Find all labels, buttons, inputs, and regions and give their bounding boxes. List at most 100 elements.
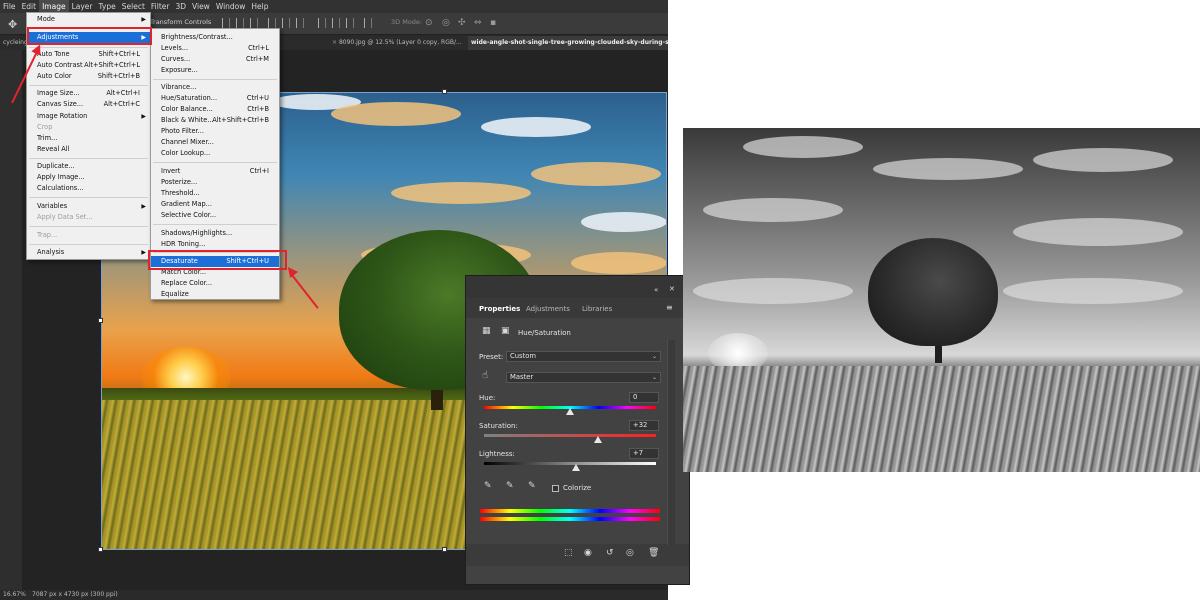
saturation-slider-thumb[interactable] xyxy=(593,436,602,443)
menu-item-analysis[interactable]: Analysis ▶ xyxy=(27,247,150,258)
transform-handle[interactable] xyxy=(442,547,447,552)
menu-item-gradient-map[interactable]: Gradient Map... xyxy=(151,199,279,210)
view-previous-state-icon[interactable]: ◉ xyxy=(584,548,592,558)
menu-item-color-balance[interactable]: Color Balance... Ctrl+B xyxy=(151,104,279,115)
close-icon[interactable]: ✕ xyxy=(669,285,675,293)
transform-controls-label[interactable]: Transform Controls xyxy=(150,18,211,26)
menu-item-channel-mixer[interactable]: Channel Mixer... xyxy=(151,137,279,148)
menu-item-brightness-contrast[interactable]: Brightness/Contrast... xyxy=(151,32,279,43)
tab-8090[interactable]: × 8090.jpg @ 12.5% (Layer 0 copy, RGB/..… xyxy=(325,36,465,50)
menu-item-photo-filter[interactable]: Photo Filter... xyxy=(151,126,279,137)
saturation-input[interactable]: +32 xyxy=(629,420,659,431)
eyedropper-subtract-icon[interactable]: ✎ xyxy=(528,481,536,491)
menu-item-shadows-highlights[interactable]: Shadows/Highlights... xyxy=(151,228,279,239)
menu-item-posterize[interactable]: Posterize... xyxy=(151,177,279,188)
zoom-level[interactable]: 16.67% xyxy=(3,591,26,598)
menu-item-equalize[interactable]: Equalize xyxy=(151,289,279,300)
menu-item-variables[interactable]: Variables ▶ xyxy=(27,201,150,212)
tutorial-composite: File Edit Image Layer Type Select Filter… xyxy=(0,0,1200,600)
colorize-checkbox[interactable] xyxy=(552,485,559,492)
align-right-icon[interactable] xyxy=(296,18,304,28)
tab-close-icon[interactable]: × xyxy=(332,39,337,46)
menu-item-label: Levels... xyxy=(161,44,189,52)
menu-3d[interactable]: 3D xyxy=(172,0,189,13)
eyedropper-icon[interactable]: ✎ xyxy=(484,481,492,491)
distribute-top-icon[interactable] xyxy=(318,18,326,28)
menu-view[interactable]: View xyxy=(189,0,213,13)
align-center-icon[interactable] xyxy=(282,18,290,28)
tab-adjustments[interactable]: Adjustments xyxy=(526,305,570,313)
eyedropper-add-icon[interactable]: ✎ xyxy=(506,481,514,491)
collapse-icon[interactable]: « xyxy=(654,286,658,294)
menu-item-hue-saturation[interactable]: Hue/Saturation... Ctrl+U xyxy=(151,93,279,104)
hue-input[interactable]: 0 xyxy=(629,392,659,403)
saturation-slider-track[interactable] xyxy=(484,434,656,437)
menu-item-hdr-toning[interactable]: HDR Toning... xyxy=(151,239,279,250)
align-middle-icon[interactable] xyxy=(236,18,244,28)
menu-help[interactable]: Help xyxy=(248,0,271,13)
adjustment-layer-icon: ▦ xyxy=(482,326,491,336)
distribute-middle-icon[interactable] xyxy=(332,18,340,28)
lightness-input[interactable]: +7 xyxy=(629,448,659,459)
hue-slider-thumb[interactable] xyxy=(566,408,574,415)
menu-item-duplicate[interactable]: Duplicate... xyxy=(27,161,150,172)
align-left-icon[interactable] xyxy=(268,18,276,28)
panel-scrollbar[interactable] xyxy=(667,340,675,545)
menu-item-levels[interactable]: Levels... Ctrl+L xyxy=(151,43,279,54)
visibility-eye-icon[interactable]: ◎ xyxy=(626,548,634,558)
menu-window[interactable]: Window xyxy=(213,0,249,13)
menu-item-apply-image[interactable]: Apply Image... xyxy=(27,172,150,183)
menu-item-exposure[interactable]: Exposure... xyxy=(151,65,279,76)
lightness-slider-thumb[interactable] xyxy=(572,464,581,471)
3d-orbit-icon[interactable]: ⊙ xyxy=(425,18,433,28)
tab-properties[interactable]: Properties xyxy=(479,305,520,313)
panel-menu-icon[interactable]: ≡ xyxy=(666,303,673,312)
3d-slide-icon[interactable]: ⇔ xyxy=(474,18,482,28)
align-bottom-icon[interactable] xyxy=(250,18,258,28)
preset-select[interactable]: Custom ⌄ xyxy=(506,351,661,362)
menu-item-canvas-size[interactable]: Canvas Size... Alt+Ctrl+C xyxy=(27,99,150,110)
menu-item-vibrance[interactable]: Vibrance... xyxy=(151,82,279,93)
mask-icon[interactable]: ▣ xyxy=(501,326,510,336)
menu-item-trim[interactable]: Trim... xyxy=(27,133,150,144)
reset-icon[interactable]: ↺ xyxy=(606,548,614,558)
menu-item-black-white[interactable]: Black & White... Alt+Shift+Ctrl+B xyxy=(151,115,279,126)
menu-item-mode[interactable]: Mode ▶ xyxy=(27,14,150,25)
tools-panel xyxy=(0,50,22,590)
clip-to-layer-icon[interactable]: ⬚ xyxy=(564,548,573,558)
menu-item-image-rotation[interactable]: Image Rotation ▶ xyxy=(27,111,150,122)
lightness-slider-track[interactable] xyxy=(484,462,656,465)
tab-wide-angle-shot[interactable]: wide-angle-shot-single-tree-growing-clou… xyxy=(468,36,668,50)
distribute-bottom-icon[interactable] xyxy=(346,18,354,28)
menu-item-threshold[interactable]: Threshold... xyxy=(151,188,279,199)
channel-select[interactable]: Master ⌄ xyxy=(506,372,661,383)
menu-item-auto-color[interactable]: Auto Color Shift+Ctrl+B xyxy=(27,71,150,82)
menu-item-curves[interactable]: Curves... Ctrl+M xyxy=(151,54,279,65)
menu-item-invert[interactable]: Invert Ctrl+I xyxy=(151,166,279,177)
menu-item-auto-contrast[interactable]: Auto Contrast Alt+Shift+Ctrl+L xyxy=(27,60,150,71)
transform-handle[interactable] xyxy=(98,547,103,552)
targeted-adjustment-hand-icon[interactable]: ☝ xyxy=(482,370,488,381)
menu-filter[interactable]: Filter xyxy=(148,0,173,13)
menu-item-label: Variables xyxy=(37,202,68,210)
menu-item-selective-color[interactable]: Selective Color... xyxy=(151,210,279,221)
menu-item-reveal-all[interactable]: Reveal All xyxy=(27,144,150,155)
3d-scale-icon[interactable]: ▪ xyxy=(490,18,496,28)
3d-roll-icon[interactable]: ◎ xyxy=(442,18,450,28)
menu-item-image-size[interactable]: Image Size... Alt+Ctrl+I xyxy=(27,88,150,99)
menu-item-replace-color[interactable]: Replace Color... xyxy=(151,278,279,289)
3d-mode-label: 3D Mode: xyxy=(391,18,423,26)
menu-item-auto-tone[interactable]: Auto Tone Shift+Ctrl+L xyxy=(27,49,150,60)
menu-item-color-lookup[interactable]: Color Lookup... xyxy=(151,148,279,159)
menu-file[interactable]: File xyxy=(0,0,19,13)
3d-pan-icon[interactable]: ✣ xyxy=(458,18,466,28)
transform-handle[interactable] xyxy=(98,318,103,323)
move-tool-icon[interactable]: ✥ xyxy=(8,18,17,31)
preset-value: Custom xyxy=(510,352,537,360)
transform-handle[interactable] xyxy=(442,89,447,94)
delete-icon[interactable]: 🗑 xyxy=(648,548,659,558)
menu-item-calculations[interactable]: Calculations... xyxy=(27,183,150,194)
distribute-horizontal-icon[interactable] xyxy=(364,18,372,28)
align-top-icon[interactable] xyxy=(222,18,230,28)
tab-libraries[interactable]: Libraries xyxy=(582,305,612,313)
